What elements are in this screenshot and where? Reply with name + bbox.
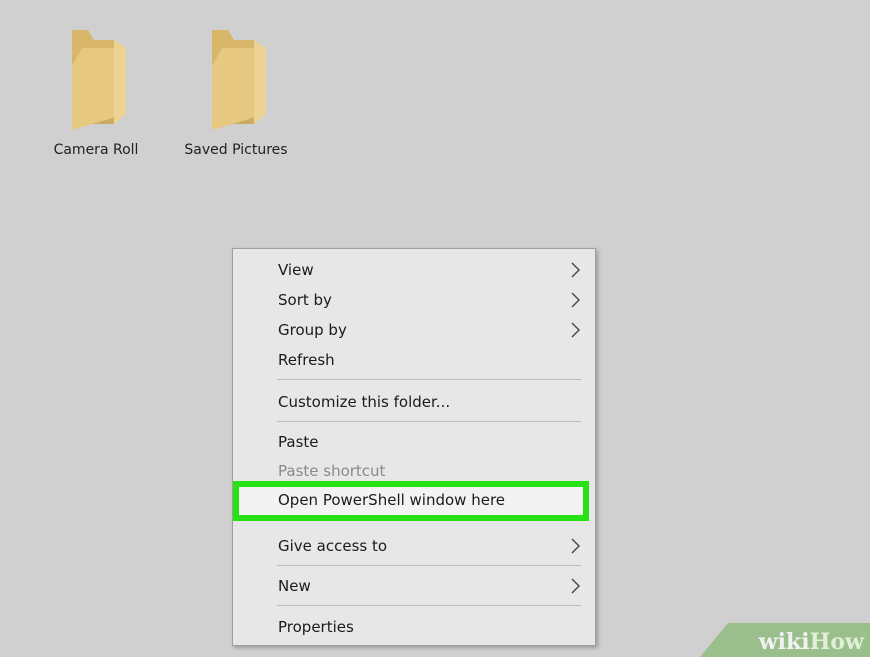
folder-label: Camera Roll <box>53 142 139 158</box>
menu-item-label: New <box>278 577 311 595</box>
chevron-right-icon <box>571 322 580 338</box>
watermark-wiki: wiki <box>758 629 810 655</box>
folder-icon <box>72 30 126 130</box>
watermark-text: wikiHow <box>759 629 864 655</box>
menu-item-label: Paste <box>278 433 319 451</box>
menu-item-label: Customize this folder... <box>278 393 451 411</box>
menu-separator <box>277 565 581 566</box>
folder-saved-pictures[interactable]: Saved Pictures <box>176 18 296 158</box>
menu-item-label: Give access to <box>278 537 388 555</box>
menu-item-paste-shortcut: Paste shortcut <box>233 458 595 476</box>
chevron-right-icon <box>571 578 580 594</box>
menu-item-label: Properties <box>278 618 354 636</box>
chevron-right-icon <box>571 538 580 554</box>
menu-item-label: Group by <box>278 321 347 339</box>
menu-item-new[interactable]: New <box>233 571 595 601</box>
wikihow-watermark: wikiHow <box>700 623 870 657</box>
folder-label: Saved Pictures <box>184 142 288 158</box>
menu-item-refresh[interactable]: Refresh <box>233 345 595 375</box>
menu-item-label: View <box>278 261 314 279</box>
watermark-how: How <box>809 629 864 655</box>
desktop: Camera Roll Saved Pictures View Sort by … <box>0 0 870 657</box>
menu-item-label: Open PowerShell window here <box>278 491 506 509</box>
chevron-right-icon <box>571 292 580 308</box>
menu-item-sort-by[interactable]: Sort by <box>233 285 595 315</box>
menu-item-paste[interactable]: Paste <box>233 427 595 457</box>
menu-item-label: Paste shortcut <box>278 462 386 476</box>
menu-separator <box>277 379 581 380</box>
menu-item-label: Refresh <box>278 351 335 369</box>
folder-camera-roll[interactable]: Camera Roll <box>36 18 156 158</box>
menu-item-label: Sort by <box>278 291 332 309</box>
context-menu: View Sort by Group by Refresh Customize … <box>232 248 596 646</box>
menu-item-customize-folder[interactable]: Customize this folder... <box>233 387 595 417</box>
menu-separator <box>277 605 581 606</box>
menu-item-give-access[interactable]: Give access to <box>233 531 595 561</box>
menu-item-group-by[interactable]: Group by <box>233 315 595 345</box>
menu-item-open-powershell[interactable]: Open PowerShell window here <box>233 481 589 521</box>
menu-item-properties[interactable]: Properties <box>233 612 595 642</box>
menu-item-view[interactable]: View <box>233 255 595 285</box>
menu-separator <box>277 421 581 422</box>
chevron-right-icon <box>571 262 580 278</box>
folder-icon <box>212 30 266 130</box>
